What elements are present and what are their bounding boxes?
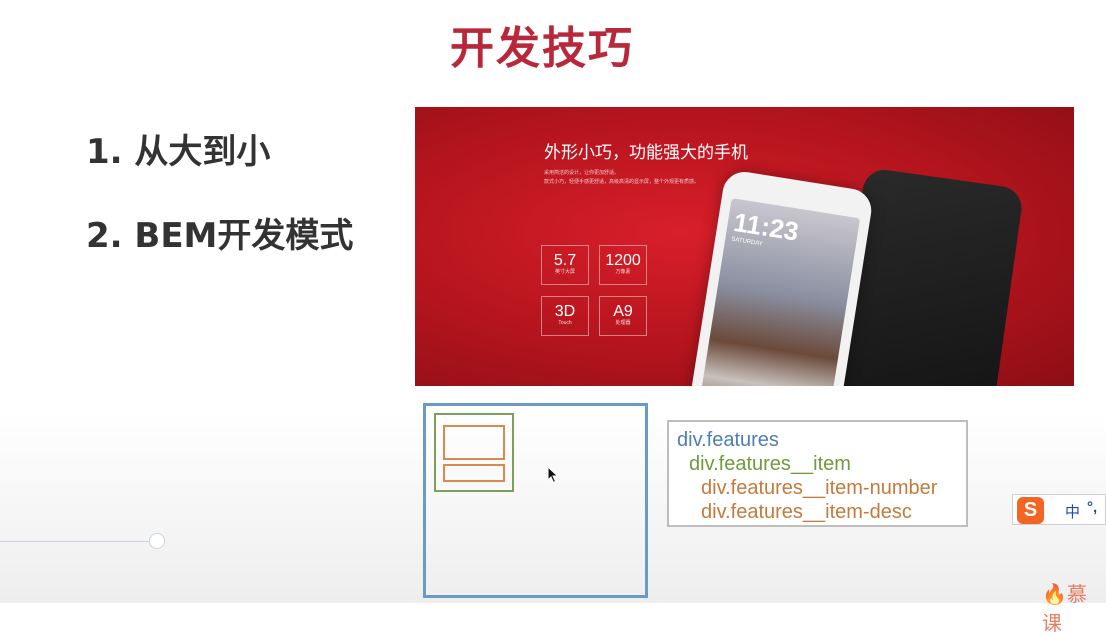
bullet-item-1: 1. 从大到小 bbox=[86, 132, 271, 172]
feature-number: 5.7 bbox=[553, 252, 577, 269]
bullet-item-2: 2. BEM开发模式 bbox=[86, 216, 354, 256]
code-line-item-number: div.features__item-number bbox=[701, 477, 938, 499]
ime-mode-toggle[interactable]: 中 bbox=[1065, 501, 1080, 522]
feature-number: A9 bbox=[613, 303, 633, 320]
code-line-item-desc: div.features__item-desc bbox=[701, 501, 912, 523]
sogou-logo-icon[interactable]: S bbox=[1017, 497, 1044, 524]
slide-title: 开发技巧 bbox=[450, 23, 634, 74]
phone-screen: 11:23 SATURDAY bbox=[695, 198, 861, 386]
product-banner-image: 外形小巧，功能强大的手机 采用简洁的设计，让你更加舒适。 款式小巧，轻便手感更舒… bbox=[415, 107, 1074, 386]
flame-icon: 🔥 bbox=[1042, 582, 1067, 606]
feature-tile-camera: 1200 万像素 bbox=[599, 245, 647, 285]
feature-tile-chip: A9 处理器 bbox=[599, 296, 647, 336]
mouse-cursor-icon bbox=[547, 466, 559, 484]
banner-headline: 外形小巧，功能强大的手机 bbox=[544, 143, 748, 163]
feature-desc: 处理器 bbox=[615, 320, 631, 326]
phone-front-image: 11:23 SATURDAY bbox=[685, 168, 875, 386]
progress-timeline bbox=[0, 541, 150, 542]
feature-number: 3D bbox=[554, 303, 576, 320]
bullet-list: 1. 从大到小 2. BEM开发模式 bbox=[86, 128, 353, 296]
code-line-block: div.features bbox=[677, 429, 779, 451]
feature-number: 1200 bbox=[605, 252, 641, 269]
feature-desc: 英寸大屏 bbox=[554, 269, 575, 275]
imooc-watermark-logo: 🔥慕课 bbox=[1042, 578, 1106, 636]
ime-toolbar[interactable]: S 中 °, bbox=[1012, 494, 1106, 525]
code-line-element: div.features__item bbox=[689, 453, 851, 475]
feature-tile-touch: 3D Touch bbox=[541, 296, 589, 336]
bem-item-number-diagram bbox=[443, 425, 505, 460]
timeline-node bbox=[149, 533, 165, 549]
feature-desc: 万像素 bbox=[615, 269, 631, 275]
feature-desc: Touch bbox=[558, 320, 572, 326]
bem-item-desc-diagram bbox=[443, 464, 505, 482]
feature-tile-screen: 5.7 英寸大屏 bbox=[541, 245, 589, 285]
bem-code-block: div.features div.features__item div.feat… bbox=[667, 420, 968, 527]
ime-punct-toggle[interactable]: °, bbox=[1087, 499, 1097, 516]
